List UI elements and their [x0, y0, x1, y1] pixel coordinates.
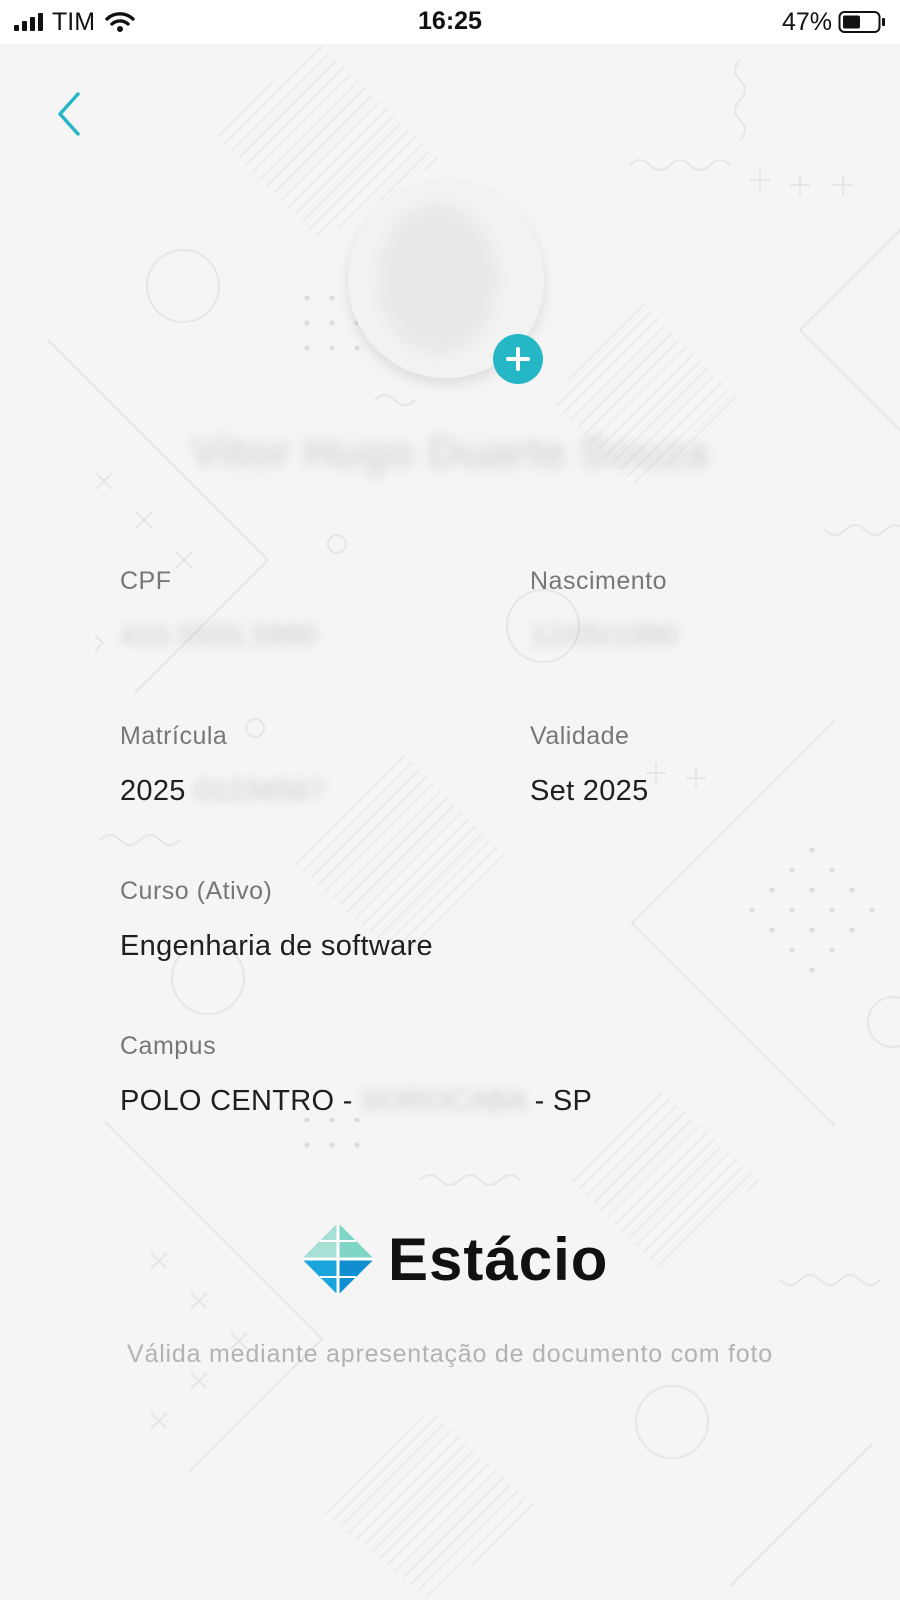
- validity-field: Validade Set 2025: [530, 722, 649, 808]
- enrollment-value-hidden: 01234567: [194, 775, 326, 807]
- estacio-logo-text: Estácio: [388, 1225, 609, 1293]
- enrollment-label: Matrícula: [120, 722, 228, 750]
- course-label: Curso (Ativo): [120, 877, 273, 905]
- cpf-value: 410.5555.5990: [120, 620, 318, 652]
- enrollment-field: Matrícula 2025 01234567: [120, 722, 326, 808]
- birth-field: Nascimento 12/05/1990: [530, 567, 678, 653]
- campus-value: POLO CENTRO - SOROCABA - SP: [120, 1085, 592, 1118]
- plus-icon: [506, 347, 530, 371]
- battery-percentage: 47%: [781, 7, 832, 36]
- clock: 16:25: [418, 7, 482, 35]
- estacio-logo: Estácio: [300, 1222, 608, 1296]
- validity-value: Set 2025: [530, 775, 649, 807]
- student-name: Vitor Hugo Duarte Souza: [191, 428, 709, 477]
- cpf-label: CPF: [120, 567, 172, 595]
- campus-field: Campus POLO CENTRO - SOROCABA - SP: [120, 1032, 592, 1118]
- status-right: 47%: [782, 8, 886, 36]
- back-button[interactable]: [44, 84, 94, 144]
- enrollment-value-visible: 2025: [120, 775, 186, 807]
- course-value: Engenharia de software: [120, 930, 433, 962]
- birth-value: 12/05/1990: [530, 620, 679, 652]
- estacio-logo-icon: [302, 1223, 374, 1295]
- avatar-photo: [378, 204, 498, 354]
- campus-value-suffix: - SP: [534, 1085, 593, 1117]
- birth-label: Nascimento: [530, 567, 667, 595]
- cpf-field: CPF 410.5555.5990: [120, 567, 317, 653]
- campus-value-hidden: SOROCABA: [361, 1085, 527, 1117]
- enrollment-value: 2025 01234567: [120, 775, 326, 808]
- battery-icon: [838, 11, 885, 33]
- status-bar: TIM 16:25 47%: [0, 0, 900, 44]
- disclaimer-text: Válida mediante apresentação de document…: [127, 1340, 773, 1368]
- chevron-left-icon: [58, 92, 80, 136]
- add-photo-button[interactable]: [493, 334, 543, 384]
- campus-label: Campus: [120, 1032, 217, 1060]
- validity-label: Validade: [530, 722, 630, 750]
- campus-value-prefix: POLO CENTRO -: [120, 1085, 353, 1117]
- course-field: Curso (Ativo) Engenharia de software: [120, 877, 433, 963]
